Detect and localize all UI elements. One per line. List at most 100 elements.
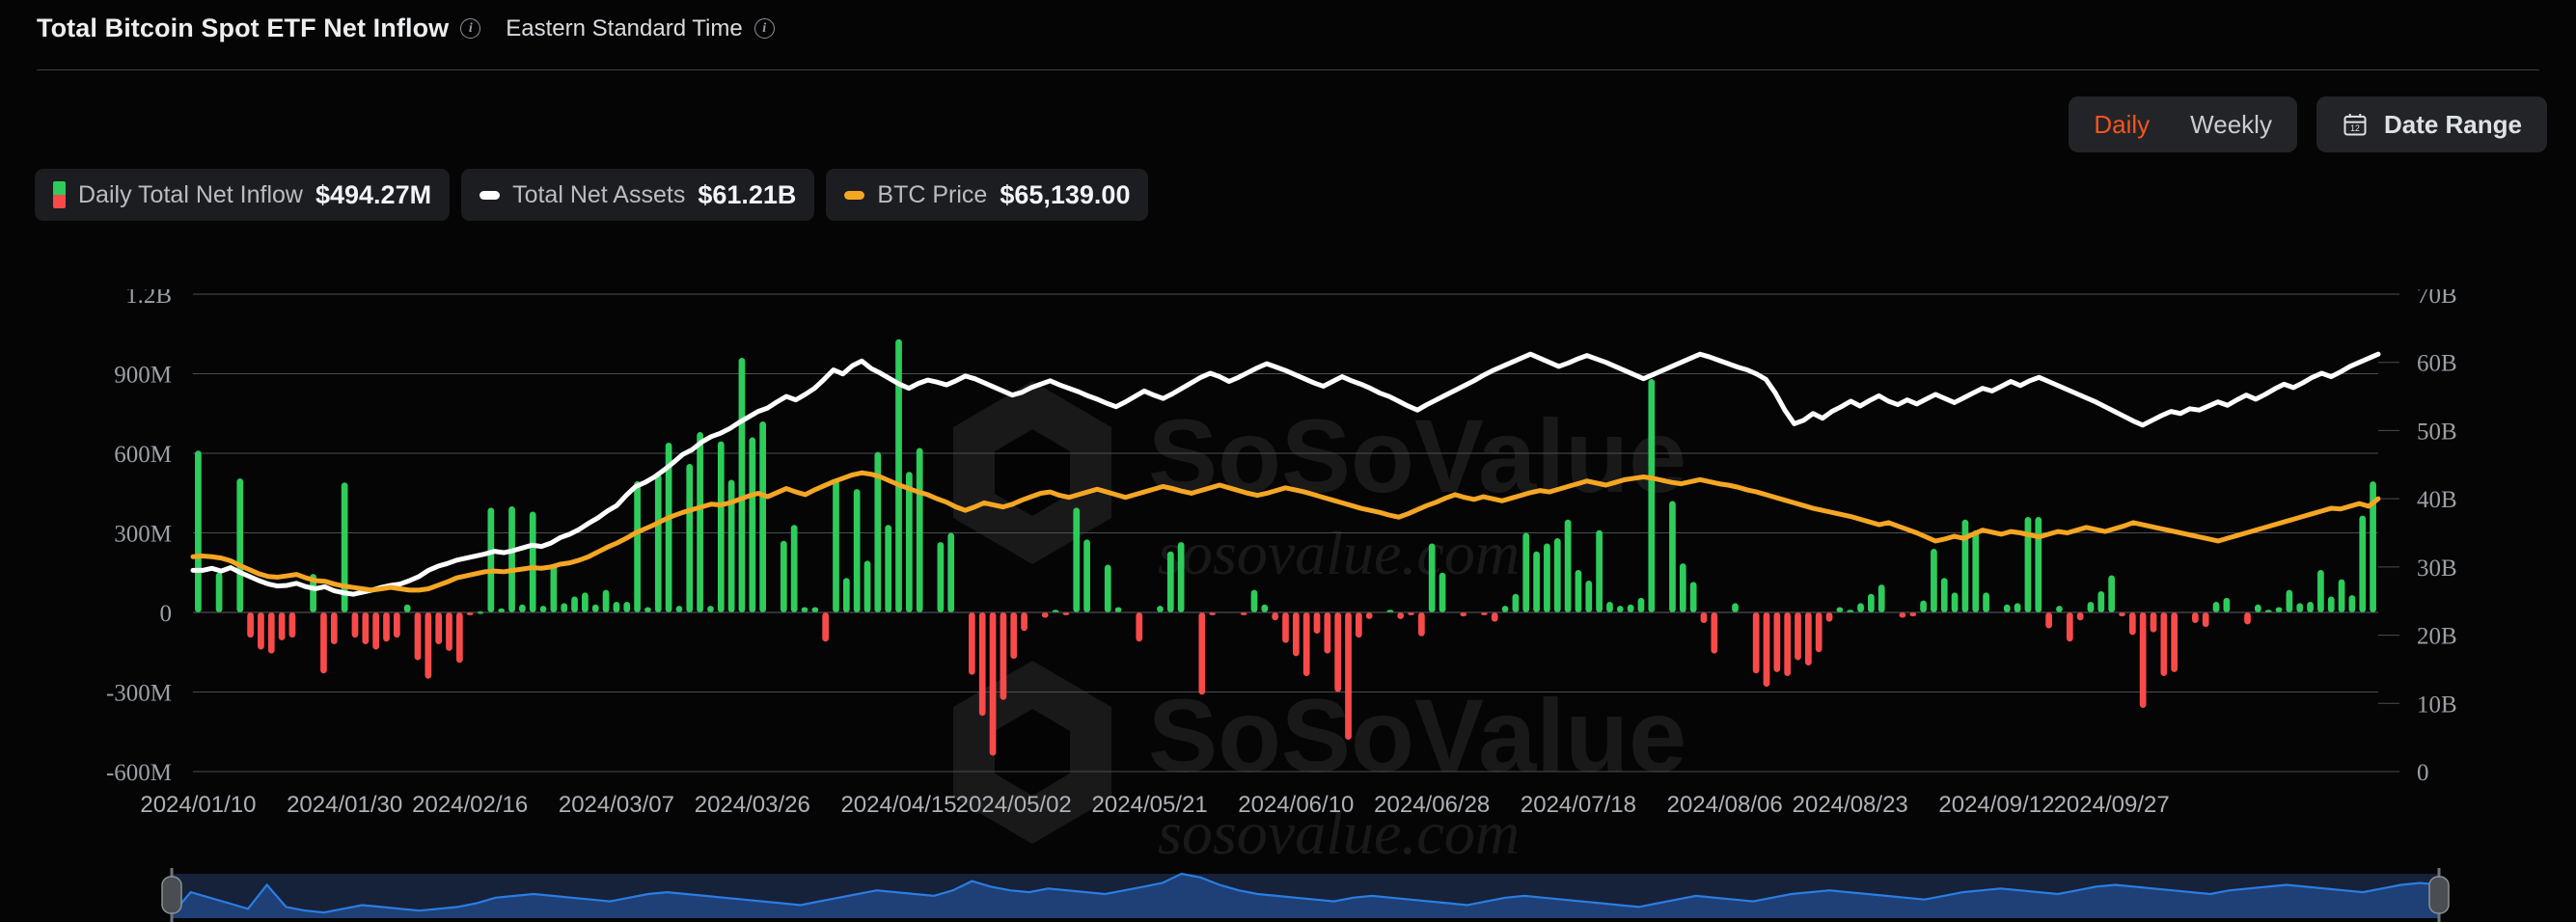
bar[interactable]: [393, 612, 400, 638]
bar[interactable]: [1763, 612, 1770, 687]
bar[interactable]: [330, 612, 338, 644]
bar[interactable]: [2275, 607, 2283, 613]
bar[interactable]: [937, 542, 945, 613]
bar[interactable]: [446, 612, 452, 651]
bar[interactable]: [1983, 592, 1989, 613]
bar[interactable]: [561, 603, 568, 613]
bar[interactable]: [2045, 612, 2052, 629]
bar[interactable]: [1553, 538, 1561, 612]
bar[interactable]: [591, 604, 599, 612]
bar[interactable]: [2150, 612, 2157, 633]
bar[interactable]: [1575, 570, 1582, 612]
bar[interactable]: [2119, 612, 2125, 617]
bar[interactable]: [1825, 612, 1833, 622]
bar[interactable]: [2108, 575, 2116, 613]
bar[interactable]: [1356, 612, 1362, 638]
bar[interactable]: [906, 472, 913, 612]
bar[interactable]: [519, 604, 526, 612]
bar[interactable]: [425, 612, 432, 679]
bar[interactable]: [403, 604, 411, 612]
bar[interactable]: [1564, 519, 1572, 612]
bar[interactable]: [2296, 603, 2304, 613]
bar[interactable]: [790, 525, 798, 612]
bar[interactable]: [1773, 612, 1781, 672]
bar[interactable]: [414, 612, 422, 661]
bar[interactable]: [1805, 612, 1812, 665]
bar[interactable]: [1104, 564, 1111, 613]
bar[interactable]: [654, 475, 662, 612]
bar[interactable]: [1313, 612, 1321, 634]
bar[interactable]: [1689, 582, 1697, 613]
bar[interactable]: [529, 511, 536, 613]
bar[interactable]: [842, 578, 850, 612]
bar[interactable]: [2191, 612, 2199, 623]
bar[interactable]: [372, 612, 380, 650]
bar[interactable]: [1324, 612, 1331, 654]
bar[interactable]: [1272, 612, 1279, 621]
bar[interactable]: [2003, 604, 2011, 612]
bar[interactable]: [707, 606, 714, 613]
bar[interactable]: [1136, 612, 1143, 642]
bar[interactable]: [686, 464, 694, 612]
bar[interactable]: [2066, 612, 2073, 642]
bar[interactable]: [2097, 591, 2105, 612]
bar[interactable]: [2160, 612, 2168, 676]
bar[interactable]: [1596, 529, 1603, 612]
bar[interactable]: [550, 564, 558, 613]
legend-item-net-inflow[interactable]: Daily Total Net Inflow $494.27M: [35, 169, 451, 221]
bar[interactable]: [435, 612, 443, 644]
bar[interactable]: [455, 612, 463, 664]
bar[interactable]: [1909, 612, 1917, 617]
bar[interactable]: [1345, 612, 1352, 740]
bar[interactable]: [1198, 612, 1206, 695]
bar[interactable]: [853, 489, 861, 613]
bar[interactable]: [2139, 612, 2147, 708]
bar[interactable]: [833, 479, 839, 613]
bar[interactable]: [801, 607, 808, 613]
bar[interactable]: [2317, 570, 2324, 612]
bar[interactable]: [1428, 543, 1436, 613]
bar[interactable]: [2171, 612, 2179, 672]
bar[interactable]: [2223, 597, 2231, 613]
bar[interactable]: [1637, 597, 1645, 613]
tab-weekly[interactable]: Weekly: [2173, 103, 2289, 147]
chart-plot-area[interactable]: SoSoValue sosovalue.com SoSoValue sosovalue…: [0, 289, 2576, 868]
bar[interactable]: [2212, 602, 2220, 612]
bar[interactable]: [811, 607, 819, 613]
bar[interactable]: [1711, 612, 1718, 654]
bar[interactable]: [351, 612, 359, 638]
date-range-button[interactable]: 12 Date Range: [2316, 96, 2547, 152]
bar[interactable]: [1648, 379, 1656, 612]
bar[interactable]: [1857, 603, 1864, 613]
bar[interactable]: [571, 596, 578, 613]
bar[interactable]: [613, 602, 620, 612]
bar[interactable]: [1177, 542, 1185, 613]
bar[interactable]: [2202, 612, 2209, 628]
bar[interactable]: [2348, 595, 2356, 613]
bar[interactable]: [1501, 606, 1509, 613]
bar[interactable]: [258, 612, 264, 650]
bar[interactable]: [2076, 612, 2084, 621]
bar[interactable]: [1460, 612, 1467, 617]
bar[interactable]: [1512, 593, 1520, 612]
bar[interactable]: [717, 441, 725, 613]
bar[interactable]: [947, 532, 955, 613]
bar[interactable]: [1868, 593, 1875, 612]
bar[interactable]: [1073, 507, 1081, 613]
bar[interactable]: [1114, 607, 1122, 613]
bar[interactable]: [1815, 612, 1822, 653]
bar[interactable]: [1544, 543, 1550, 613]
bar[interactable]: [738, 358, 746, 612]
bar[interactable]: [644, 607, 651, 613]
bar[interactable]: [1951, 592, 1959, 613]
bar[interactable]: [362, 612, 370, 644]
bar[interactable]: [602, 589, 610, 613]
bar[interactable]: [1166, 551, 1174, 612]
bar[interactable]: [2359, 515, 2367, 613]
bar[interactable]: [1282, 612, 1289, 643]
bar[interactable]: [1522, 532, 1530, 613]
legend-item-btc-price[interactable]: BTC Price $65,139.00: [826, 169, 1149, 221]
bar[interactable]: [1679, 563, 1686, 613]
bar[interactable]: [1439, 572, 1446, 612]
bar[interactable]: [2056, 606, 2063, 613]
